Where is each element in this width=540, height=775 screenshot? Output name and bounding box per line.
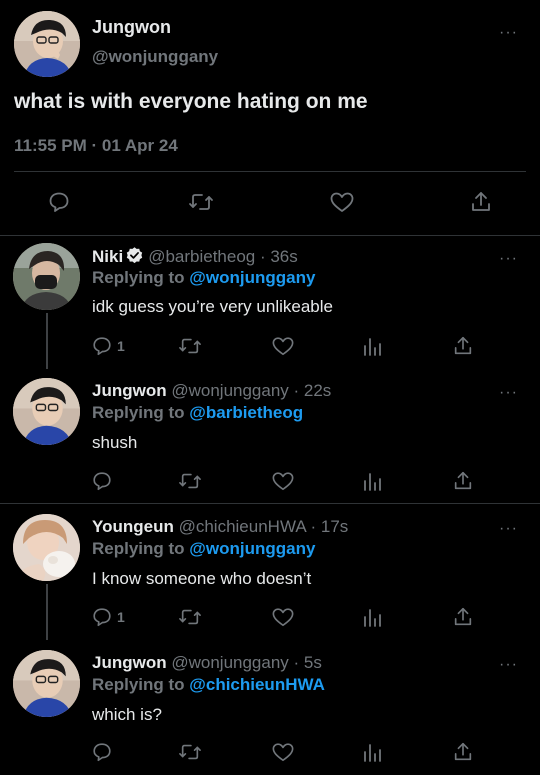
more-icon[interactable]: ··· bbox=[499, 657, 518, 673]
replying-to-handle[interactable]: @barbietheog bbox=[189, 403, 303, 422]
retweet-icon[interactable] bbox=[188, 190, 214, 214]
reply-handle-time[interactable]: @wonjunggany · 22s bbox=[171, 381, 331, 400]
more-icon[interactable]: ··· bbox=[499, 251, 518, 267]
more-icon[interactable]: ··· bbox=[499, 521, 518, 537]
reply-handle-time[interactable]: @barbietheog · 36s bbox=[148, 247, 298, 266]
main-tweet-text: what is with everyone hating on me bbox=[14, 90, 368, 113]
divider bbox=[0, 235, 540, 236]
thread-connector bbox=[46, 313, 48, 369]
main-author-name[interactable]: Jungwon bbox=[92, 17, 171, 38]
retweet-icon[interactable] bbox=[178, 741, 202, 763]
views-icon[interactable] bbox=[362, 741, 382, 763]
views-icon[interactable] bbox=[362, 335, 382, 357]
reply-icon[interactable] bbox=[91, 741, 113, 763]
more-icon[interactable]: ··· bbox=[499, 385, 518, 401]
reply-author-name[interactable]: Niki bbox=[92, 247, 123, 266]
replying-to-prefix: Replying to bbox=[92, 403, 190, 422]
retweet-icon[interactable] bbox=[178, 606, 202, 628]
reply-header: Youngeun @chichieunHWA · 17s bbox=[92, 517, 348, 537]
reply-author-avatar[interactable] bbox=[13, 378, 80, 445]
reply-author-name[interactable]: Jungwon bbox=[92, 653, 167, 672]
replying-to: Replying to @chichieunHWA bbox=[92, 675, 325, 695]
reply-header: Jungwon @wonjunggany · 22s bbox=[92, 381, 331, 401]
replying-to: Replying to @wonjunggany bbox=[92, 268, 315, 288]
views-icon[interactable] bbox=[362, 470, 382, 492]
more-icon[interactable]: ··· bbox=[499, 25, 518, 41]
reply-count: 1 bbox=[117, 338, 125, 354]
like-icon[interactable] bbox=[271, 741, 295, 763]
main-tweet-timestamp[interactable]: 11:55 PM · 01 Apr 24 bbox=[14, 136, 178, 156]
divider bbox=[14, 171, 526, 172]
reply-header: Niki @barbietheog · 36s bbox=[92, 246, 298, 267]
like-icon[interactable] bbox=[329, 190, 355, 214]
replying-to-prefix: Replying to bbox=[92, 268, 190, 287]
reply-author-avatar[interactable] bbox=[13, 650, 80, 717]
replying-to-prefix: Replying to bbox=[92, 539, 190, 558]
thread-connector bbox=[46, 584, 48, 640]
main-tweet: Jungwon @wonjunggany ··· what is with ev… bbox=[0, 0, 540, 236]
reply-icon[interactable]: 1 bbox=[91, 335, 125, 357]
like-icon[interactable] bbox=[271, 606, 295, 628]
replying-to-handle[interactable]: @wonjunggany bbox=[189, 539, 315, 558]
share-icon[interactable] bbox=[452, 470, 474, 492]
share-icon[interactable] bbox=[452, 335, 474, 357]
reply-text: idk guess you’re very unlikeable bbox=[92, 297, 333, 316]
like-icon[interactable] bbox=[271, 470, 295, 492]
like-icon[interactable] bbox=[271, 335, 295, 357]
views-icon[interactable] bbox=[362, 606, 382, 628]
reply-icon[interactable] bbox=[91, 470, 113, 492]
reply-handle-time[interactable]: @chichieunHWA · 17s bbox=[179, 517, 349, 536]
retweet-icon[interactable] bbox=[178, 335, 202, 357]
main-author-avatar[interactable] bbox=[14, 11, 80, 77]
reply-text: I know someone who doesn’t bbox=[92, 569, 312, 588]
replying-to: Replying to @wonjunggany bbox=[92, 539, 315, 559]
replying-to: Replying to @barbietheog bbox=[92, 403, 303, 423]
share-icon[interactable] bbox=[469, 190, 493, 214]
verified-badge-icon bbox=[127, 247, 143, 264]
reply-icon[interactable]: 1 bbox=[91, 606, 125, 628]
reply-author-avatar[interactable] bbox=[13, 243, 80, 310]
reply-icon[interactable] bbox=[47, 190, 71, 214]
reply-text: which is? bbox=[92, 705, 162, 724]
share-icon[interactable] bbox=[452, 606, 474, 628]
reply-text: shush bbox=[92, 433, 138, 452]
replying-to-prefix: Replying to bbox=[92, 675, 190, 694]
reply-header: Jungwon @wonjunggany · 5s bbox=[92, 653, 322, 673]
replying-to-handle[interactable]: @wonjunggany bbox=[189, 268, 315, 287]
retweet-icon[interactable] bbox=[178, 470, 202, 492]
divider bbox=[0, 503, 540, 504]
main-author-handle[interactable]: @wonjunggany bbox=[92, 47, 218, 67]
reply-handle-time[interactable]: @wonjunggany · 5s bbox=[171, 653, 322, 672]
replying-to-handle[interactable]: @chichieunHWA bbox=[189, 675, 325, 694]
reply-count: 1 bbox=[117, 609, 125, 625]
reply-author-name[interactable]: Jungwon bbox=[92, 381, 167, 400]
share-icon[interactable] bbox=[452, 741, 474, 763]
reply-author-avatar[interactable] bbox=[13, 514, 80, 581]
reply-author-name[interactable]: Youngeun bbox=[92, 517, 174, 536]
